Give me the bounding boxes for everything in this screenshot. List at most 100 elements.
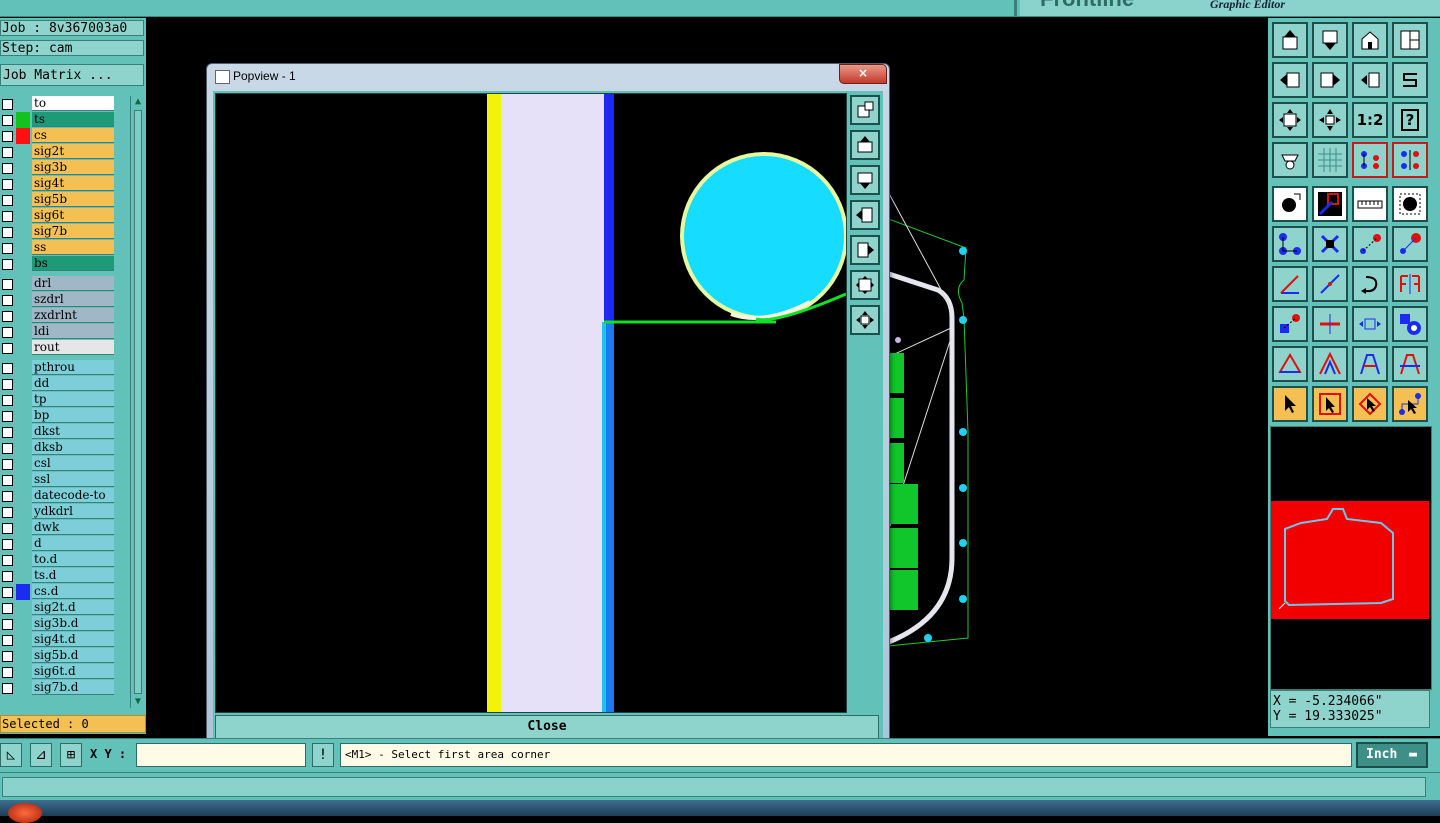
layer-row[interactable]: ts.d (0, 568, 118, 584)
layer-checkbox[interactable] (2, 379, 13, 390)
redraw-icon[interactable] (1392, 62, 1428, 98)
triangle-vertex-icon[interactable] (1312, 346, 1348, 382)
layer-name[interactable]: sig5b.d (32, 648, 114, 663)
job-matrix-button[interactable]: Job Matrix ... (0, 64, 144, 86)
grid-icon[interactable] (1312, 142, 1348, 178)
layer-row[interactable]: rout (0, 340, 118, 356)
pan-right-icon[interactable] (850, 235, 880, 265)
move-point-icon[interactable] (1352, 226, 1388, 262)
triangle-edit-icon[interactable] (1272, 346, 1308, 382)
layer-name[interactable]: sig6t (32, 208, 114, 223)
layer-name[interactable]: sig4t (32, 176, 114, 191)
layer-checkbox[interactable] (2, 395, 13, 406)
layer-checkbox[interactable] (2, 651, 13, 662)
layer-name[interactable]: sig5b (32, 192, 114, 207)
layer-checkbox[interactable] (2, 295, 13, 306)
layer-row[interactable]: sig3b (0, 160, 118, 176)
layer-row[interactable]: szdrl (0, 292, 118, 308)
layer-row[interactable]: drl (0, 276, 118, 292)
scroll-down-icon[interactable]: ▼ (131, 696, 145, 708)
info-icon[interactable]: ! (312, 743, 334, 767)
zoom-center-icon[interactable] (1312, 102, 1348, 138)
layer-name[interactable]: dd (32, 376, 114, 391)
pad-snap-icon[interactable] (1272, 306, 1308, 342)
layer-name[interactable]: sig6t.d (32, 664, 114, 679)
layer-name[interactable]: sig3b (32, 160, 114, 175)
layer-name[interactable]: sig7b.d (32, 680, 114, 695)
layer-checkbox[interactable] (2, 131, 13, 142)
pan-down-icon[interactable] (850, 165, 880, 195)
layer-checkbox[interactable] (2, 99, 13, 110)
popview-canvas[interactable] (215, 93, 847, 713)
layer-name[interactable]: sig2t (32, 144, 114, 159)
layer-row[interactable]: bp (0, 408, 118, 424)
layer-name[interactable]: dwk (32, 520, 114, 535)
split-view-icon[interactable] (1392, 22, 1428, 58)
cursor-net-select-icon[interactable] (1392, 386, 1428, 422)
layer-checkbox[interactable] (2, 571, 13, 582)
layer-checkbox[interactable] (2, 363, 13, 374)
layer-checkbox[interactable] (2, 311, 13, 322)
layer-checkbox[interactable] (2, 587, 13, 598)
line-icon[interactable] (1312, 266, 1348, 302)
layer-checkbox[interactable] (2, 327, 13, 338)
layer-row[interactable]: ss (0, 240, 118, 256)
layer-checkbox[interactable] (2, 163, 13, 174)
layer-row[interactable]: ldi (0, 324, 118, 340)
layer-checkbox[interactable] (2, 523, 13, 534)
arch-edit-icon[interactable] (1392, 346, 1428, 382)
layer-name[interactable]: sig4t.d (32, 632, 114, 647)
pan-down-icon[interactable] (1312, 22, 1348, 58)
pan-up-icon[interactable] (1272, 22, 1308, 58)
layer-name[interactable]: ssl (32, 472, 114, 487)
layer-checkbox[interactable] (2, 475, 13, 486)
pan-right-icon[interactable] (1312, 62, 1348, 98)
layer-name[interactable]: drl (32, 276, 114, 291)
layer-checkbox[interactable] (2, 147, 13, 158)
layer-checkbox[interactable] (2, 555, 13, 566)
zoom-fit-icon[interactable] (1272, 102, 1308, 138)
layer-name[interactable]: sig3b.d (32, 616, 114, 631)
layer-row[interactable]: sig6t.d (0, 664, 118, 680)
mirror-icon[interactable] (1392, 266, 1428, 302)
layer-name[interactable]: csl (32, 456, 114, 471)
layer-name[interactable]: zxdrlnt (32, 308, 114, 323)
layer-name[interactable]: bs (32, 256, 114, 271)
xy-input[interactable] (136, 743, 306, 767)
scroll-up-icon[interactable]: ▲ (131, 96, 145, 108)
popview-window[interactable]: Popview - 1 × Close (206, 63, 890, 748)
cursor-box-select-icon[interactable] (1312, 386, 1348, 422)
start-button-icon[interactable] (8, 803, 42, 823)
resize-icon[interactable] (1352, 306, 1388, 342)
layer-row[interactable]: ydkdrl (0, 504, 118, 520)
layer-checkbox[interactable] (2, 243, 13, 254)
layer-checkbox[interactable] (2, 619, 13, 630)
layer-row[interactable]: cs (0, 128, 118, 144)
arch-icon[interactable] (1352, 346, 1388, 382)
layer-row[interactable]: zxdrlnt (0, 308, 118, 324)
swap-view-icon[interactable] (1352, 62, 1388, 98)
ratio-button[interactable]: 1:2 (1352, 102, 1388, 138)
layer-checkbox[interactable] (2, 227, 13, 238)
layer-checkbox[interactable] (2, 443, 13, 454)
measure-tool-icon[interactable] (1312, 186, 1348, 222)
layer-name[interactable]: d (32, 536, 114, 551)
layer-checkbox[interactable] (2, 491, 13, 502)
layer-row[interactable]: bs (0, 256, 118, 272)
help-button[interactable]: ? (1392, 102, 1428, 138)
zoom-out-icon[interactable] (850, 305, 880, 335)
layer-name[interactable]: ss (32, 240, 114, 255)
layer-row[interactable]: sig7b (0, 224, 118, 240)
layer-name[interactable]: sig7b (32, 224, 114, 239)
layer-checkbox[interactable] (2, 195, 13, 206)
layer-checkbox[interactable] (2, 411, 13, 422)
layer-row[interactable]: dd (0, 376, 118, 392)
layer-checkbox[interactable] (2, 459, 13, 470)
layer-checkbox[interactable] (2, 211, 13, 222)
overview-map[interactable] (1270, 426, 1432, 690)
angle-snap-icon[interactable]: ⊿ (30, 743, 52, 767)
layer-name[interactable]: ts.d (32, 568, 114, 583)
rotate-icon[interactable] (1352, 266, 1388, 302)
layer-name[interactable]: dksb (32, 440, 114, 455)
layer-row[interactable]: sig5b.d (0, 648, 118, 664)
